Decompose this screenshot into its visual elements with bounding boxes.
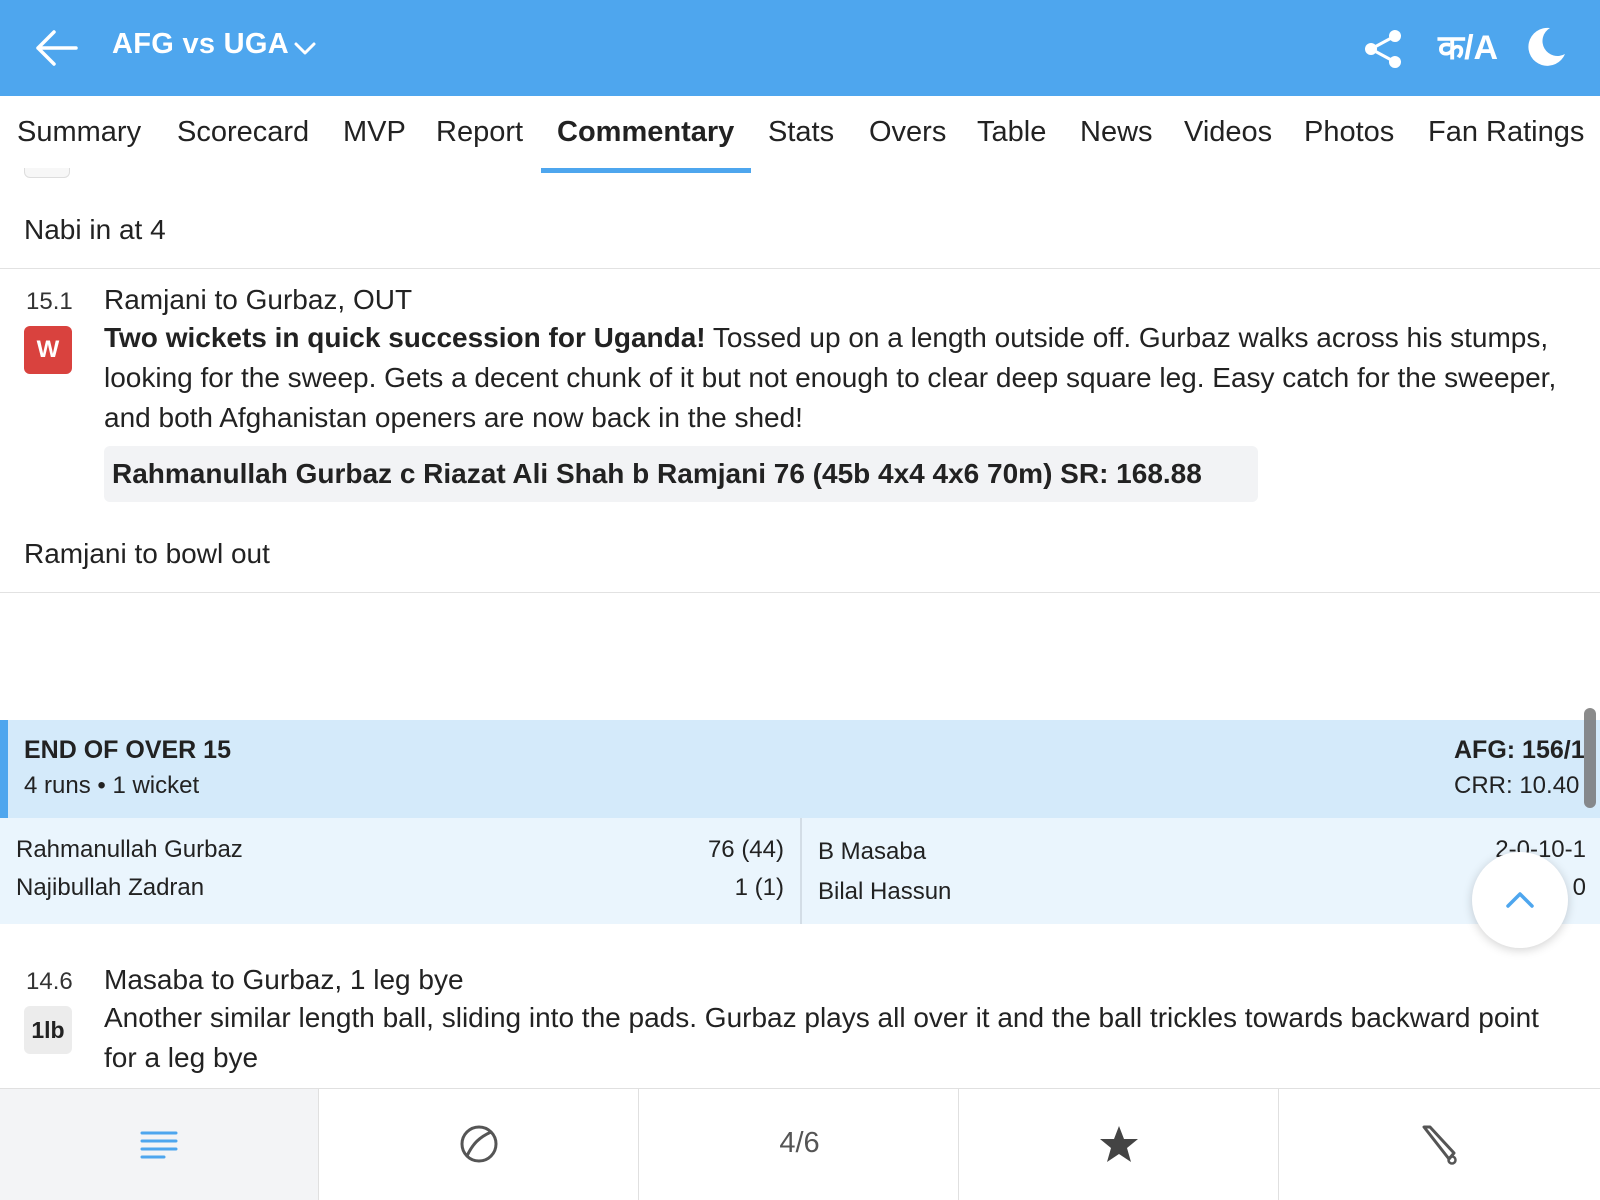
divider xyxy=(0,592,1600,593)
column-divider xyxy=(800,818,802,924)
dark-mode-moon-icon[interactable] xyxy=(1522,24,1568,70)
tab-report[interactable]: Report xyxy=(436,116,523,149)
tab-summary[interactable]: Summary xyxy=(17,116,141,149)
tab-overs[interactable]: Overs xyxy=(869,116,946,149)
bowler-name: B Masaba xyxy=(818,838,927,865)
batter-score: 1 (1) xyxy=(734,874,784,901)
scrollbar-thumb[interactable] xyxy=(1584,708,1596,808)
ball-headline: Ramjani to Gurbaz, OUT xyxy=(104,284,413,315)
ball-number: 14.6 xyxy=(26,968,73,995)
active-tab-indicator xyxy=(541,168,751,173)
ball-icon xyxy=(460,1125,498,1163)
ball-number: 15.1 xyxy=(26,288,73,315)
bottom-nav-commentary[interactable] xyxy=(0,1089,319,1200)
tab-commentary[interactable]: Commentary xyxy=(557,116,734,149)
chevron-down-icon[interactable] xyxy=(292,36,318,62)
list-icon xyxy=(140,1131,178,1159)
tab-table[interactable]: Table xyxy=(977,116,1046,149)
bottom-nav-ball[interactable] xyxy=(320,1089,639,1200)
tab-news[interactable]: News xyxy=(1080,116,1153,149)
language-toggle-button[interactable]: क/A xyxy=(1438,28,1498,68)
commentary-note: Ramjani to bowl out xyxy=(24,538,270,569)
wicket-badge: W xyxy=(24,326,72,374)
boundaries-label: 4/6 xyxy=(779,1127,820,1159)
commentary-note: Nabi in at 4 xyxy=(24,214,166,245)
share-icon[interactable] xyxy=(1362,28,1404,70)
app-header: AFG vs UGA क/A xyxy=(0,0,1600,96)
chevron-up-icon xyxy=(1506,892,1534,908)
bowler-name: Bilal Hassun xyxy=(818,878,952,905)
match-tabs: Summary Scorecard MVP Report Commentary … xyxy=(0,96,1600,176)
divider xyxy=(0,268,1600,269)
match-title[interactable]: AFG vs UGA xyxy=(112,28,289,61)
leg-bye-badge: 1lb xyxy=(24,1006,72,1054)
scroll-to-top-button[interactable] xyxy=(1472,852,1568,948)
tab-scorecard[interactable]: Scorecard xyxy=(177,116,309,149)
bat-icon xyxy=(1422,1125,1457,1165)
batter-score: 76 (44) xyxy=(707,836,784,863)
bottom-nav-boundaries[interactable]: 4/6 xyxy=(640,1089,959,1200)
tab-mvp[interactable]: MVP xyxy=(343,116,406,149)
bottom-nav-batting[interactable] xyxy=(1280,1089,1600,1200)
star-icon xyxy=(1100,1126,1138,1162)
ball-commentary-text: Another similar length ball, sliding int… xyxy=(104,1002,1539,1073)
current-run-rate: CRR: 10.40 xyxy=(1454,772,1580,799)
previous-badge-stub xyxy=(24,168,70,178)
back-arrow-icon[interactable] xyxy=(34,28,78,68)
end-of-over-runs-wickets: 4 runs • 1 wicket xyxy=(24,772,200,799)
team-score: AFG: 156/1 xyxy=(1454,736,1585,764)
ball-commentary-text: Two wickets in quick succession for Ugan… xyxy=(104,318,1564,438)
end-of-over-summary: END OF OVER 15 4 runs • 1 wicket AFG: 15… xyxy=(0,720,1600,818)
batter-name: Najibullah Zadran xyxy=(16,874,205,901)
ball-headline: Masaba to Gurbaz, 1 leg bye xyxy=(104,964,464,995)
ball-highlight-text: Two wickets in quick succession for Ugan… xyxy=(104,322,706,353)
batter-name: Rahmanullah Gurbaz xyxy=(16,836,243,863)
dismissal-summary: Rahmanullah Gurbaz c Riazat Ali Shah b R… xyxy=(104,446,1258,502)
end-of-over-title: END OF OVER 15 xyxy=(24,736,231,764)
tab-fan-ratings[interactable]: Fan Ratings xyxy=(1428,116,1584,149)
tab-photos[interactable]: Photos xyxy=(1304,116,1394,149)
bottom-nav-highlights[interactable] xyxy=(960,1089,1279,1200)
end-of-over-players: Rahmanullah Gurbaz 76 (44) Najibullah Za… xyxy=(0,818,1600,924)
bottom-navigation: 4/6 xyxy=(0,1088,1600,1200)
tab-videos[interactable]: Videos xyxy=(1184,116,1272,149)
tab-stats[interactable]: Stats xyxy=(768,116,834,149)
